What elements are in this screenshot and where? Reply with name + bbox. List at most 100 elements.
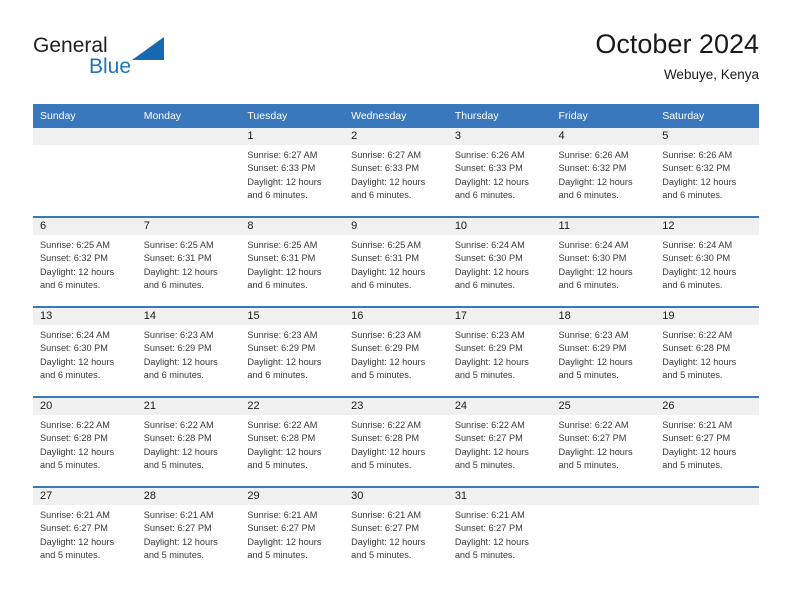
day-info: Sunrise: 6:22 AM Sunset: 6:28 PM Daylight:… [344, 415, 448, 472]
calendar-day-cell-empty [551, 486, 656, 576]
calendar-day-cell[interactable]: 31 Sunrise: 6:21 AM Sunset: 6:27 PM Dayligh… [447, 486, 552, 576]
day-info-sunrise: Sunrise: 6:23 AM [247, 330, 318, 340]
day-info-daylight1: Daylight: 12 hours [40, 446, 115, 457]
day-info-sunset: Sunset: 6:28 PM [662, 343, 731, 354]
calendar-day-cell[interactable]: 22 Sunrise: 6:22 AM Sunset: 6:28 PM Dayligh… [240, 396, 345, 487]
day-info: Sunrise: 6:21 AM Sunset: 6:27 PM Daylight:… [240, 505, 344, 562]
calendar-day-cell[interactable]: 7 Sunrise: 6:25 AM Sunset: 6:31 PM Daylight… [136, 216, 241, 307]
calendar-day-cell[interactable]: 15 Sunrise: 6:23 AM Sunset: 6:29 PM Dayligh… [240, 306, 345, 397]
calendar-day-cell[interactable]: 29 Sunrise: 6:21 AM Sunset: 6:27 PM Dayligh… [240, 486, 345, 576]
calendar-week-row: 27 Sunrise: 6:21 AM Sunset: 6:27 PM Dayligh… [33, 486, 759, 576]
day-cell-content: 30 Sunrise: 6:21 AM Sunset: 6:27 PM Dayligh… [344, 488, 448, 576]
day-cell-content: 6 Sunrise: 6:25 AM Sunset: 6:32 PM Daylight… [33, 218, 137, 306]
day-info-daylight2: and 5 minutes. [247, 459, 308, 470]
calendar-day-cell[interactable]: 9 Sunrise: 6:25 AM Sunset: 6:31 PM Daylight… [344, 216, 448, 307]
calendar-day-cell[interactable]: 30 Sunrise: 6:21 AM Sunset: 6:27 PM Dayligh… [344, 486, 448, 576]
day-number [136, 128, 241, 145]
day-info-sunrise: Sunrise: 6:21 AM [454, 510, 525, 520]
day-info-daylight2: and 6 minutes. [40, 369, 101, 380]
calendar-day-cell-empty [655, 486, 759, 576]
day-info-sunset: Sunset: 6:27 PM [454, 523, 523, 534]
calendar-day-cell[interactable]: 23 Sunrise: 6:22 AM Sunset: 6:28 PM Dayligh… [344, 396, 448, 487]
day-cell-content: 8 Sunrise: 6:25 AM Sunset: 6:31 PM Daylight… [240, 218, 345, 306]
calendar-day-cell[interactable]: 21 Sunrise: 6:22 AM Sunset: 6:28 PM Dayligh… [136, 396, 241, 487]
calendar-grid: Sunday Monday Tuesday Wednesday Thursday… [33, 104, 759, 576]
calendar-day-cell[interactable]: 1 Sunrise: 6:27 AM Sunset: 6:33 PM Daylight… [240, 128, 345, 217]
calendar-day-cell[interactable]: 11 Sunrise: 6:24 AM Sunset: 6:30 PM Dayligh… [551, 216, 656, 307]
day-info-daylight2: and 6 minutes. [143, 369, 204, 380]
calendar-day-cell[interactable]: 5 Sunrise: 6:26 AM Sunset: 6:32 PM Daylight… [655, 128, 759, 217]
day-info: Sunrise: 6:25 AM Sunset: 6:31 PM Daylight:… [137, 235, 241, 292]
day-info-daylight1: Daylight: 12 hours [40, 356, 115, 367]
day-info-daylight2: and 5 minutes. [351, 459, 412, 470]
day-cell-content: 27 Sunrise: 6:21 AM Sunset: 6:27 PM Dayligh… [33, 488, 137, 576]
day-info-sunrise: Sunrise: 6:25 AM [247, 240, 318, 250]
day-cell-content: 9 Sunrise: 6:25 AM Sunset: 6:31 PM Daylight… [344, 218, 448, 306]
day-cell-content: 17 Sunrise: 6:23 AM Sunset: 6:29 PM Dayligh… [447, 308, 552, 396]
day-number [655, 488, 759, 505]
day-cell-content: 14 Sunrise: 6:23 AM Sunset: 6:29 PM Dayligh… [136, 308, 241, 396]
day-info: Sunrise: 6:23 AM Sunset: 6:29 PM Daylight:… [137, 325, 241, 382]
day-number [33, 128, 137, 145]
day-info-sunrise: Sunrise: 6:21 AM [662, 420, 733, 430]
day-info-sunset: Sunset: 6:28 PM [40, 433, 108, 444]
weekday-header-wednesday: Wednesday [344, 104, 448, 128]
day-number: 25 [551, 398, 656, 415]
brand-logo[interactable]: General Blue [33, 34, 273, 94]
calendar-day-cell[interactable]: 14 Sunrise: 6:23 AM Sunset: 6:29 PM Dayligh… [136, 306, 241, 397]
day-cell-content: 4 Sunrise: 6:26 AM Sunset: 6:32 PM Daylight… [551, 128, 656, 216]
day-cell-content: 21 Sunrise: 6:22 AM Sunset: 6:28 PM Dayligh… [136, 398, 241, 486]
day-cell-content: 19 Sunrise: 6:22 AM Sunset: 6:28 PM Dayligh… [655, 308, 759, 396]
day-info-sunset: Sunset: 6:31 PM [143, 253, 212, 264]
calendar-day-cell[interactable]: 12 Sunrise: 6:24 AM Sunset: 6:30 PM Dayligh… [655, 216, 759, 307]
day-info-sunset: Sunset: 6:29 PM [143, 343, 212, 354]
calendar-day-cell[interactable]: 17 Sunrise: 6:23 AM Sunset: 6:29 PM Dayligh… [447, 306, 552, 397]
calendar-day-cell[interactable]: 27 Sunrise: 6:21 AM Sunset: 6:27 PM Dayligh… [33, 486, 137, 576]
day-info: Sunrise: 6:21 AM Sunset: 6:27 PM Daylight:… [655, 415, 759, 472]
day-info-daylight2: and 5 minutes. [662, 459, 723, 470]
day-info-daylight2: and 5 minutes. [558, 459, 619, 470]
calendar-day-cell[interactable]: 19 Sunrise: 6:22 AM Sunset: 6:28 PM Dayligh… [655, 306, 759, 397]
calendar-day-cell[interactable]: 4 Sunrise: 6:26 AM Sunset: 6:32 PM Daylight… [551, 128, 656, 217]
day-number: 24 [447, 398, 552, 415]
day-info-sunset: Sunset: 6:27 PM [351, 523, 420, 534]
day-number: 15 [240, 308, 345, 325]
calendar-day-cell[interactable]: 2 Sunrise: 6:27 AM Sunset: 6:33 PM Daylight… [344, 128, 448, 217]
day-info [655, 505, 759, 509]
calendar-day-cell[interactable]: 6 Sunrise: 6:25 AM Sunset: 6:32 PM Daylight… [33, 216, 137, 307]
day-info-sunset: Sunset: 6:31 PM [351, 253, 420, 264]
calendar-day-cell[interactable]: 28 Sunrise: 6:21 AM Sunset: 6:27 PM Dayligh… [136, 486, 241, 576]
day-info [137, 145, 241, 149]
day-info-daylight2: and 5 minutes. [454, 459, 516, 470]
day-number: 11 [551, 218, 656, 235]
calendar-day-cell[interactable]: 10 Sunrise: 6:24 AM Sunset: 6:30 PM Dayligh… [447, 216, 552, 307]
calendar-day-cell[interactable]: 13 Sunrise: 6:24 AM Sunset: 6:30 PM Dayligh… [33, 306, 137, 397]
day-info-sunrise: Sunrise: 6:22 AM [40, 420, 110, 430]
brand-name-blue: Blue [89, 55, 132, 78]
day-number: 9 [344, 218, 448, 235]
calendar-day-cell[interactable]: 8 Sunrise: 6:25 AM Sunset: 6:31 PM Daylight… [240, 216, 345, 307]
day-cell-content: 11 Sunrise: 6:24 AM Sunset: 6:30 PM Dayligh… [551, 218, 656, 306]
calendar-day-cell[interactable]: 24 Sunrise: 6:22 AM Sunset: 6:27 PM Dayligh… [447, 396, 552, 487]
calendar-day-cell[interactable]: 25 Sunrise: 6:22 AM Sunset: 6:27 PM Dayligh… [551, 396, 656, 487]
day-info-sunrise: Sunrise: 6:22 AM [662, 330, 733, 340]
day-info-sunrise: Sunrise: 6:24 AM [558, 240, 629, 250]
day-cell-content: 10 Sunrise: 6:24 AM Sunset: 6:30 PM Dayligh… [447, 218, 552, 306]
day-info-sunset: Sunset: 6:30 PM [454, 253, 523, 264]
calendar-day-cell[interactable]: 16 Sunrise: 6:23 AM Sunset: 6:29 PM Dayligh… [344, 306, 448, 397]
calendar-day-cell[interactable]: 3 Sunrise: 6:26 AM Sunset: 6:33 PM Daylight… [447, 128, 552, 217]
calendar-day-cell[interactable]: 18 Sunrise: 6:23 AM Sunset: 6:29 PM Dayligh… [551, 306, 656, 397]
day-info-daylight1: Daylight: 12 hours [351, 536, 426, 547]
day-info-daylight1: Daylight: 12 hours [454, 176, 529, 187]
day-info: Sunrise: 6:22 AM Sunset: 6:28 PM Daylight:… [655, 325, 759, 382]
day-info-sunset: Sunset: 6:33 PM [247, 163, 316, 174]
day-info-daylight2: and 6 minutes. [247, 369, 308, 380]
calendar-day-cell[interactable]: 20 Sunrise: 6:22 AM Sunset: 6:28 PM Dayligh… [33, 396, 137, 487]
day-info-sunset: Sunset: 6:27 PM [558, 433, 627, 444]
day-info-sunrise: Sunrise: 6:24 AM [40, 330, 110, 340]
day-info-daylight1: Daylight: 12 hours [558, 446, 633, 457]
day-number: 30 [344, 488, 448, 505]
calendar-day-cell[interactable]: 26 Sunrise: 6:21 AM Sunset: 6:27 PM Dayligh… [655, 396, 759, 487]
day-info-daylight2: and 6 minutes. [662, 189, 723, 200]
day-info-daylight1: Daylight: 12 hours [247, 536, 322, 547]
